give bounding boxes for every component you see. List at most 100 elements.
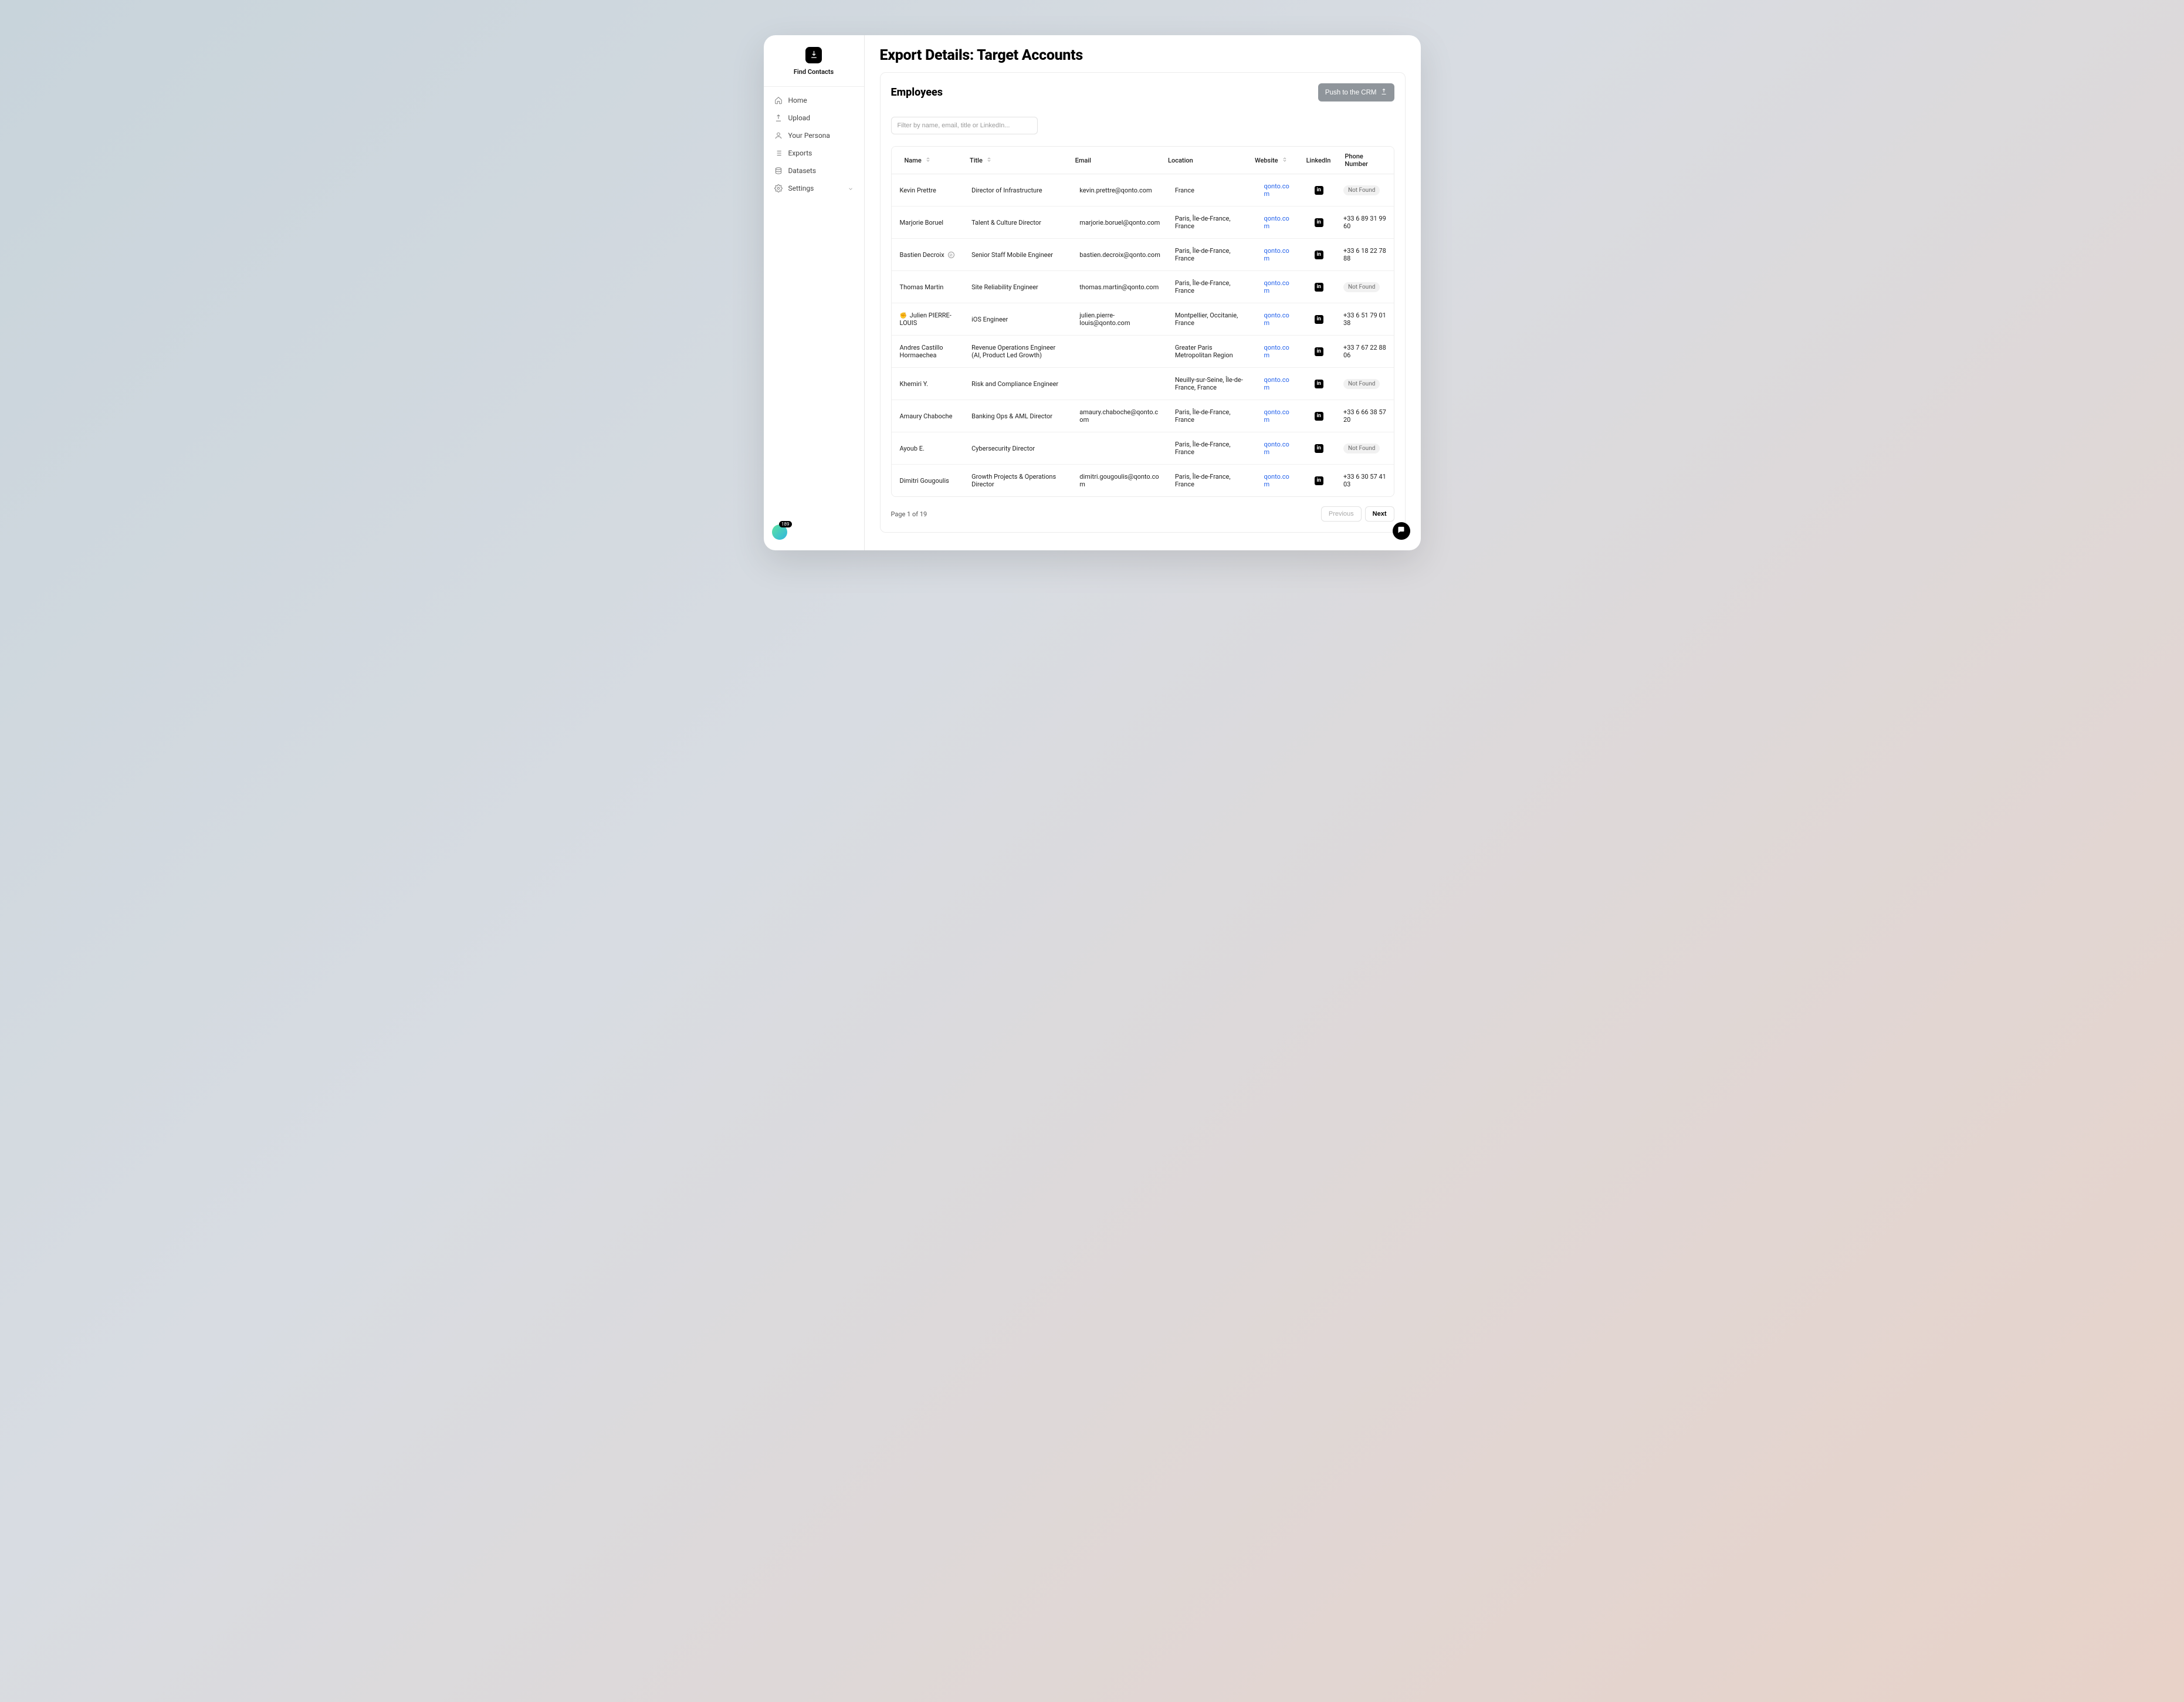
not-found-badge: Not Found	[1343, 379, 1380, 389]
prev-button[interactable]: Previous	[1321, 506, 1362, 522]
linkedin-icon: in	[1315, 315, 1323, 324]
cell-linkedin[interactable]: in	[1301, 436, 1336, 461]
sidebar-item-home[interactable]: Home	[770, 92, 858, 109]
cell-title: iOS Engineer	[964, 307, 1072, 331]
cell-website[interactable]: qonto.com	[1257, 400, 1302, 432]
cell-phone-wrapper: +33 6 66 38 57 20	[1336, 400, 1394, 432]
cell-name: Andres Castillo Hormaechea	[892, 336, 965, 367]
cell-title: Director of Infrastructure	[964, 178, 1072, 202]
cell-linkedin[interactable]: in	[1301, 242, 1336, 268]
sidebar-item-label: Exports	[788, 149, 854, 157]
cell-linkedin[interactable]: in	[1301, 468, 1336, 493]
status-orb[interactable]: 189	[772, 525, 787, 540]
not-found-badge: Not Found	[1343, 282, 1380, 292]
cell-phone-wrapper: Not Found	[1336, 274, 1394, 300]
linkedin-icon: in	[1315, 444, 1323, 453]
next-button[interactable]: Next	[1365, 506, 1394, 522]
col-title[interactable]: Title	[963, 151, 1068, 170]
pager: Previous Next	[1321, 506, 1394, 522]
cell-phone-wrapper: +33 6 30 57 41 03	[1336, 465, 1394, 496]
cell-location: Paris, Île-de-France, France	[1168, 432, 1257, 464]
sidebar-item-label: Home	[788, 96, 854, 104]
cell-website[interactable]: qonto.com	[1257, 368, 1302, 400]
sidebar-item-label: Upload	[788, 114, 854, 122]
employees-card: Employees Push to the CRM Name Titl	[880, 72, 1406, 533]
cell-title: Growth Projects & Operations Director	[964, 465, 1072, 496]
push-to-crm-button[interactable]: Push to the CRM	[1318, 83, 1394, 101]
cell-email: bastien.decroix@qonto.com	[1072, 243, 1168, 267]
chat-fab[interactable]	[1393, 522, 1410, 540]
divider	[764, 86, 864, 87]
cell-website[interactable]: qonto.com	[1257, 239, 1302, 270]
cell-linkedin[interactable]: in	[1301, 404, 1336, 429]
cell-name: Bastien Decroix ⊘	[892, 243, 965, 267]
cell-name: Dimitri Gougoulis	[892, 469, 965, 493]
cell-website[interactable]: qonto.com	[1257, 207, 1302, 238]
table-footer: Page 1 of 19 Previous Next	[891, 506, 1394, 522]
cell-website[interactable]: qonto.com	[1257, 271, 1302, 303]
sidebar-item-datasets[interactable]: Datasets	[770, 162, 858, 180]
cell-email: kevin.prettre@qonto.com	[1072, 178, 1168, 202]
cell-email: julien.pierre-louis@qonto.com	[1072, 303, 1168, 335]
sidebar-item-upload[interactable]: Upload	[770, 109, 858, 127]
cell-phone: +33 6 30 57 41 03	[1343, 473, 1386, 488]
sidebar-item-label: Settings	[788, 184, 848, 192]
cell-linkedin[interactable]: in	[1301, 210, 1336, 235]
col-phone: Phone Number	[1338, 147, 1393, 174]
cell-title: Revenue Operations Engineer (AI, Product…	[964, 336, 1072, 367]
main-content: Export Details: Target Accounts Employee…	[865, 35, 1421, 550]
cell-phone: +33 6 89 31 99 60	[1343, 215, 1386, 230]
cell-email: thomas.martin@qonto.com	[1072, 275, 1168, 299]
cell-website[interactable]: qonto.com	[1257, 465, 1302, 496]
cell-email	[1072, 343, 1168, 360]
table-row: ✊ Julien PIERRE-LOUISiOS Engineerjulien.…	[892, 303, 1394, 336]
cell-website[interactable]: qonto.com	[1257, 174, 1302, 206]
linkedin-icon: in	[1315, 218, 1323, 227]
sidebar-item-your-persona[interactable]: Your Persona	[770, 127, 858, 144]
cell-location: Paris, Île-de-France, France	[1168, 239, 1257, 270]
cell-title: Talent & Culture Director	[964, 211, 1072, 235]
sidebar-item-settings[interactable]: Settings	[770, 180, 858, 197]
cell-email: marjorie.boruel@qonto.com	[1072, 211, 1168, 235]
cell-linkedin[interactable]: in	[1301, 275, 1336, 300]
table-body: Kevin PrettreDirector of Infrastructurek…	[892, 174, 1394, 496]
sort-icon	[986, 157, 992, 164]
cell-phone-wrapper: +33 7 67 22 88 06	[1336, 336, 1394, 367]
cell-linkedin[interactable]: in	[1301, 339, 1336, 364]
cell-location: Paris, Île-de-France, France	[1168, 465, 1257, 496]
upload-icon	[1380, 88, 1387, 97]
table-row: Dimitri GougoulisGrowth Projects & Opera…	[892, 465, 1394, 496]
cell-website[interactable]: qonto.com	[1257, 303, 1302, 335]
cell-title: Senior Staff Mobile Engineer	[964, 243, 1072, 267]
linkedin-icon: in	[1315, 283, 1323, 292]
table-row: Bastien Decroix ⊘Senior Staff Mobile Eng…	[892, 239, 1394, 271]
gear-icon	[774, 184, 783, 192]
filter-input[interactable]	[891, 117, 1038, 134]
home-icon	[774, 96, 783, 104]
cell-name: Khemiri Y.	[892, 372, 965, 396]
cell-linkedin[interactable]: in	[1301, 371, 1336, 397]
cell-email: amaury.chaboche@qonto.com	[1072, 400, 1168, 432]
sort-icon	[1282, 157, 1288, 164]
col-website[interactable]: Website	[1248, 151, 1299, 170]
table-row: Kevin PrettreDirector of Infrastructurek…	[892, 174, 1394, 207]
col-name[interactable]: Name	[892, 151, 963, 170]
cell-name: Thomas Martin	[892, 275, 965, 299]
status-count: 189	[779, 521, 792, 527]
cell-location: Neuilly-sur-Seine, Île-de-France, France	[1168, 368, 1257, 400]
user-icon	[774, 131, 783, 140]
col-linkedin: LinkedIn	[1299, 151, 1338, 170]
cell-location: Paris, Île-de-France, France	[1168, 207, 1257, 238]
cell-name: ✊ Julien PIERRE-LOUIS	[892, 303, 965, 335]
cell-email	[1072, 440, 1168, 456]
cell-website[interactable]: qonto.com	[1257, 336, 1302, 367]
sidebar-item-exports[interactable]: Exports	[770, 144, 858, 162]
cell-title: Risk and Compliance Engineer	[964, 372, 1072, 396]
card-header: Employees Push to the CRM	[891, 83, 1394, 101]
cell-phone-wrapper: +33 6 89 31 99 60	[1336, 207, 1394, 238]
cell-linkedin[interactable]: in	[1301, 307, 1336, 332]
cell-linkedin[interactable]: in	[1301, 178, 1336, 203]
cell-website[interactable]: qonto.com	[1257, 432, 1302, 464]
table-row: Khemiri Y.Risk and Compliance Engineer Ne…	[892, 368, 1394, 400]
logo-block: Find Contacts	[764, 45, 864, 84]
